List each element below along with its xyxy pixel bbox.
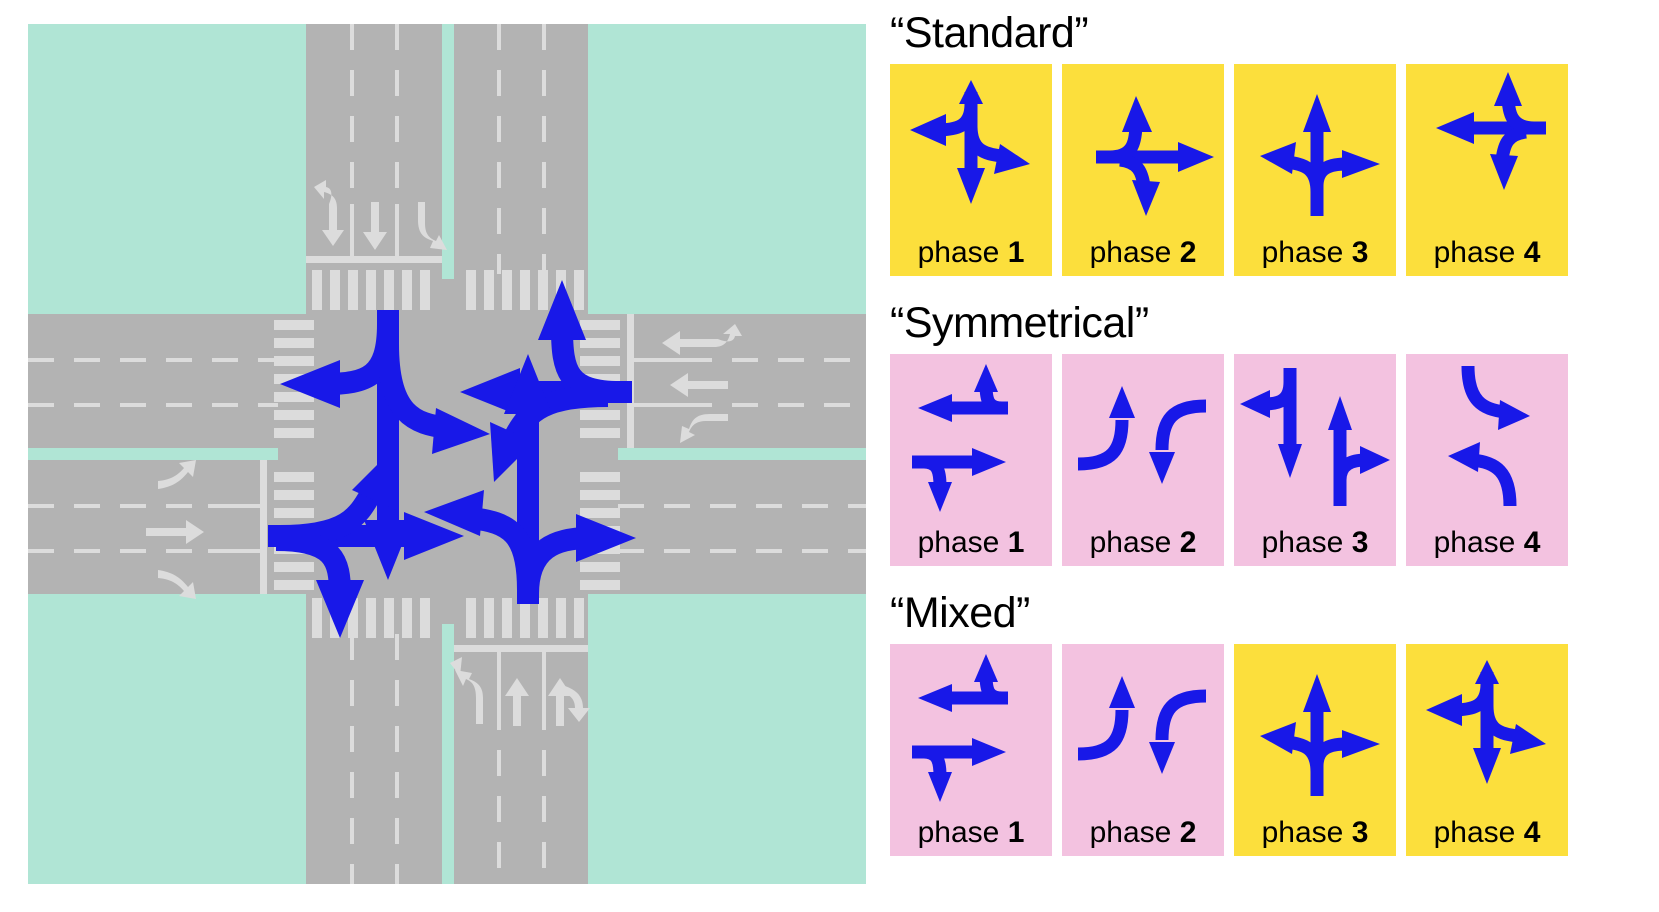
phase-card-standard-3[interactable]: phase 3 <box>1234 64 1396 276</box>
phase-card-mixed-1[interactable]: phase 1 <box>890 644 1052 856</box>
intersection-phasing-figure: “Standard” phase 1 phase 2 phase 3 phase… <box>0 0 1659 912</box>
phase-card-standard-2[interactable]: phase 2 <box>1062 64 1224 276</box>
phase-figure-mixed-sym1 <box>890 644 1052 809</box>
intersection-map <box>28 24 866 884</box>
horizontal-median-east <box>618 448 866 460</box>
phase-figure-std3 <box>1234 64 1396 229</box>
phase-card-row-standard: phase 1 phase 2 phase 3 phase 4 <box>890 64 1659 276</box>
phase-card-symmetrical-1[interactable]: phase 1 <box>890 354 1052 566</box>
phase-card-symmetrical-2[interactable]: phase 2 <box>1062 354 1224 566</box>
phase-label-symmetrical-4: phase 4 <box>1433 526 1541 559</box>
group-title-mixed: “Mixed” <box>890 589 1030 637</box>
phase-label-symmetrical-2: phase 2 <box>1089 526 1197 559</box>
phase-figure-mixed-std1 <box>1406 644 1568 809</box>
legend-group-mixed: “Mixed” phase 1 phase 2 phase 3 phase 4 <box>890 588 1659 856</box>
phase-label-mixed-2: phase 2 <box>1089 816 1197 849</box>
phase-label-mixed-1: phase 1 <box>917 816 1025 849</box>
phase-figure-sym1 <box>890 354 1052 519</box>
phase-card-symmetrical-3[interactable]: phase 3 <box>1234 354 1396 566</box>
phase-label-symmetrical-1: phase 1 <box>917 526 1025 559</box>
group-title-symmetrical: “Symmetrical” <box>890 299 1149 347</box>
phase-legend: “Standard” phase 1 phase 2 phase 3 phase… <box>890 0 1659 912</box>
phase-label-mixed-3: phase 3 <box>1261 816 1369 849</box>
phase-figure-std2 <box>1062 64 1224 229</box>
legend-group-standard: “Standard” phase 1 phase 2 phase 3 phase… <box>890 8 1659 276</box>
group-title-standard: “Standard” <box>890 9 1089 57</box>
phase-figure-mixed-sym2 <box>1062 644 1224 809</box>
phase-label-standard-4: phase 4 <box>1433 236 1541 269</box>
phase-card-mixed-3[interactable]: phase 3 <box>1234 644 1396 856</box>
phase-card-row-symmetrical: phase 1 phase 2 phase 3 phase 4 <box>890 354 1659 566</box>
phase-figure-std1 <box>890 64 1052 229</box>
phase-card-standard-4[interactable]: phase 4 <box>1406 64 1568 276</box>
phase-label-standard-1: phase 1 <box>917 236 1025 269</box>
phase-figure-std4 <box>1406 64 1568 229</box>
phase-figure-mixed-std3 <box>1234 644 1396 809</box>
phase-figure-sym4 <box>1406 354 1568 519</box>
phase-figure-sym2 <box>1062 354 1224 519</box>
phase-figure-sym3 <box>1234 354 1396 519</box>
legend-group-symmetrical: “Symmetrical” phase 1 phase 2 phase 3 ph… <box>890 298 1659 566</box>
phase-label-symmetrical-3: phase 3 <box>1261 526 1369 559</box>
vertical-median-north <box>442 24 454 279</box>
phase-card-row-mixed: phase 1 phase 2 phase 3 phase 4 <box>890 644 1659 856</box>
phase-card-mixed-4[interactable]: phase 4 <box>1406 644 1568 856</box>
phase-card-standard-1[interactable]: phase 1 <box>890 64 1052 276</box>
phase-card-symmetrical-4[interactable]: phase 4 <box>1406 354 1568 566</box>
phase-card-mixed-2[interactable]: phase 2 <box>1062 644 1224 856</box>
intersection-map-svg <box>28 24 866 884</box>
phase-label-mixed-4: phase 4 <box>1433 816 1541 849</box>
phase-label-standard-3: phase 3 <box>1261 236 1369 269</box>
horizontal-median-west <box>28 448 278 460</box>
phase-label-standard-2: phase 2 <box>1089 236 1197 269</box>
